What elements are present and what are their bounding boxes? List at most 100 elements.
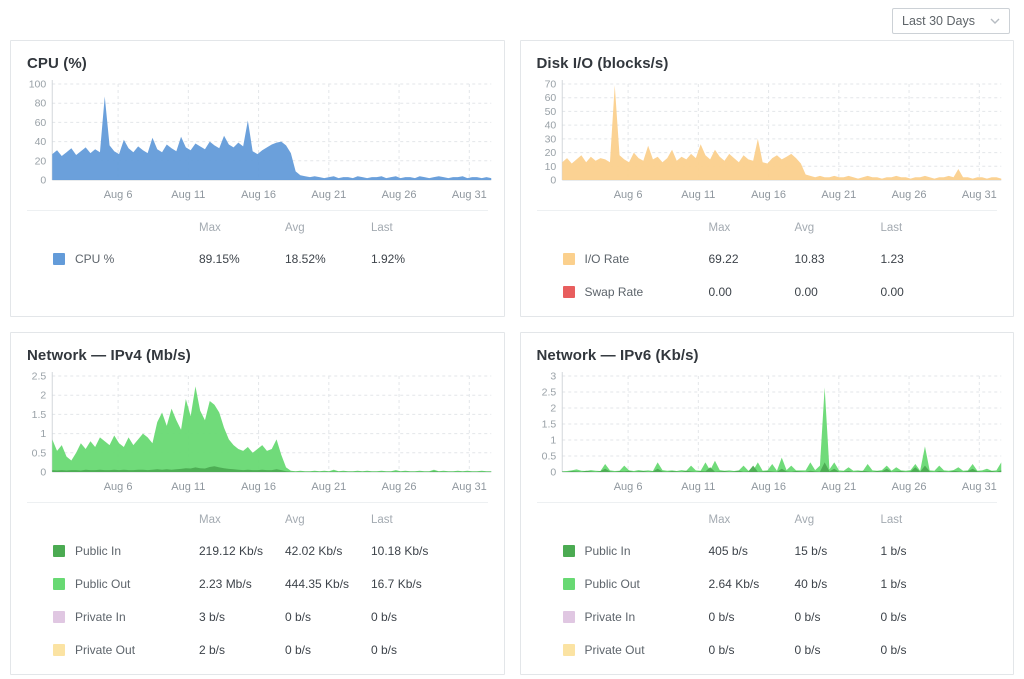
stat-last: 16.7 Kb/s bbox=[371, 577, 457, 591]
charts-grid: CPU (%) 100806040200Aug 6Aug 11Aug 16Aug… bbox=[10, 40, 1014, 675]
series-swatch bbox=[53, 545, 65, 557]
series-swatch bbox=[563, 286, 575, 298]
x-axis-tick-label: Aug 26 bbox=[891, 189, 926, 201]
cpu-legend: MaxAvgLastCPU %89.15%18.52%1.92% bbox=[27, 210, 488, 275]
series-label: Swap Rate bbox=[585, 285, 709, 299]
stat-max: 89.15% bbox=[199, 252, 285, 266]
legend-col-last: Last bbox=[371, 514, 457, 526]
time-range-select[interactable]: Last 30 Days bbox=[892, 8, 1010, 34]
y-axis-tick-label: 1 bbox=[40, 428, 46, 440]
cpu-chart-card: CPU (%) 100806040200Aug 6Aug 11Aug 16Aug… bbox=[10, 40, 505, 317]
stat-avg: 0 b/s bbox=[795, 643, 881, 657]
stat-last: 1 b/s bbox=[881, 544, 967, 558]
x-axis-tick-label: Aug 31 bbox=[961, 189, 996, 201]
legend-row: Public Out2.64 Kb/s40 b/s1 b/s bbox=[563, 567, 998, 600]
x-axis-tick-label: Aug 26 bbox=[382, 481, 417, 493]
y-axis-tick-label: 2 bbox=[40, 390, 46, 402]
y-axis-tick-label: 60 bbox=[544, 92, 556, 104]
y-axis-tick-label: 50 bbox=[544, 106, 556, 118]
disk-io-chart-card: Disk I/O (blocks/s) 706050403020100Aug 6… bbox=[520, 40, 1015, 317]
stat-avg: 10.83 bbox=[795, 252, 881, 266]
y-axis-tick-label: 80 bbox=[35, 98, 47, 110]
x-axis-tick-label: Aug 16 bbox=[751, 481, 786, 493]
area-chart-svg: 32.521.510.50Aug 6Aug 11Aug 16Aug 21Aug … bbox=[521, 368, 1010, 498]
stat-avg: 40 b/s bbox=[795, 577, 881, 591]
x-axis-tick-label: Aug 6 bbox=[104, 481, 133, 493]
stat-avg: 0 b/s bbox=[795, 610, 881, 624]
legend-row: Public In219.12 Kb/s42.02 Kb/s10.18 Kb/s bbox=[53, 534, 488, 567]
x-axis-tick-label: Aug 31 bbox=[961, 481, 996, 493]
y-axis-tick-label: 2 bbox=[550, 403, 556, 415]
y-axis-tick-label: 10 bbox=[544, 161, 556, 173]
x-axis-tick-label: Aug 11 bbox=[681, 189, 715, 201]
y-axis-tick-label: 2.5 bbox=[32, 371, 47, 383]
stat-max: 3 b/s bbox=[199, 610, 285, 624]
series-label: Public In bbox=[585, 544, 709, 558]
stat-max: 0 b/s bbox=[709, 643, 795, 657]
x-axis-tick-label: Aug 31 bbox=[452, 481, 487, 493]
y-axis-tick-label: 20 bbox=[35, 155, 47, 167]
legend-col-max: Max bbox=[709, 514, 795, 526]
time-range-value: Last 30 Days bbox=[902, 14, 975, 28]
y-axis-tick-label: 100 bbox=[29, 79, 47, 91]
series-label: Public In bbox=[75, 544, 199, 558]
public-out-area bbox=[52, 386, 491, 472]
series-label: Public Out bbox=[585, 577, 709, 591]
stat-last: 10.18 Kb/s bbox=[371, 544, 457, 558]
series-swatch bbox=[563, 253, 575, 265]
y-axis-tick-label: 0 bbox=[550, 175, 556, 187]
y-axis-tick-label: 20 bbox=[544, 147, 556, 159]
stat-avg: 42.02 Kb/s bbox=[285, 544, 371, 558]
legend-row: Public In405 b/s15 b/s1 b/s bbox=[563, 534, 998, 567]
x-axis-tick-label: Aug 21 bbox=[311, 189, 346, 201]
x-axis-tick-label: Aug 6 bbox=[104, 189, 133, 201]
y-axis-tick-label: 0.5 bbox=[541, 451, 556, 463]
network-ipv6-chart-card: Network — IPv6 (Kb/s) 32.521.510.50Aug 6… bbox=[520, 332, 1015, 675]
stat-max: 69.22 bbox=[709, 252, 795, 266]
stat-last: 0 b/s bbox=[881, 610, 967, 624]
legend-col-max: Max bbox=[199, 222, 285, 234]
disk-io-legend: MaxAvgLastI/O Rate69.2210.831.23Swap Rat… bbox=[537, 210, 998, 308]
stat-avg: 0.00 bbox=[795, 285, 881, 299]
stat-max: 2.23 Mb/s bbox=[199, 577, 285, 591]
y-axis-tick-label: 3 bbox=[550, 371, 556, 383]
stat-max: 219.12 Kb/s bbox=[199, 544, 285, 558]
y-axis-tick-label: 1 bbox=[550, 435, 556, 447]
y-axis-tick-label: 30 bbox=[544, 133, 556, 145]
network-ipv6-chart-title: Network — IPv6 (Kb/s) bbox=[537, 347, 1014, 364]
cpu-chart-title: CPU (%) bbox=[27, 55, 504, 72]
stat-avg: 0 b/s bbox=[285, 610, 371, 624]
legend-row: CPU %89.15%18.52%1.92% bbox=[53, 242, 488, 275]
cpu-chart: 100806040200Aug 6Aug 11Aug 16Aug 21Aug 2… bbox=[11, 74, 504, 206]
x-axis-tick-label: Aug 21 bbox=[821, 481, 856, 493]
series-swatch bbox=[53, 253, 65, 265]
series-swatch bbox=[53, 611, 65, 623]
series-swatch bbox=[53, 578, 65, 590]
series-label: I/O Rate bbox=[585, 252, 709, 266]
legend-header-row: MaxAvgLast bbox=[53, 505, 488, 534]
stat-max: 2.64 Kb/s bbox=[709, 577, 795, 591]
x-axis-tick-label: Aug 6 bbox=[613, 481, 642, 493]
x-axis-tick-label: Aug 16 bbox=[241, 189, 276, 201]
stat-last: 1 b/s bbox=[881, 577, 967, 591]
y-axis-tick-label: 40 bbox=[35, 136, 47, 148]
legend-row: Private In0 b/s0 b/s0 b/s bbox=[563, 600, 998, 633]
y-axis-tick-label: 2.5 bbox=[541, 387, 556, 399]
stat-avg: 444.35 Kb/s bbox=[285, 577, 371, 591]
legend-row: Swap Rate0.000.000.00 bbox=[563, 275, 998, 308]
legend-header-row: MaxAvgLast bbox=[563, 505, 998, 534]
network-ipv6-chart: 32.521.510.50Aug 6Aug 11Aug 16Aug 21Aug … bbox=[521, 366, 1014, 498]
series-swatch bbox=[563, 611, 575, 623]
x-axis-tick-label: Aug 26 bbox=[891, 481, 926, 493]
x-axis-tick-label: Aug 26 bbox=[382, 189, 417, 201]
network-ipv4-chart: 2.521.510.50Aug 6Aug 11Aug 16Aug 21Aug 2… bbox=[11, 366, 504, 498]
network-ipv4-chart-title: Network — IPv4 (Mb/s) bbox=[27, 347, 504, 364]
x-axis-tick-label: Aug 6 bbox=[613, 189, 642, 201]
disk-io-chart-title: Disk I/O (blocks/s) bbox=[537, 55, 1014, 72]
network-ipv6-legend: MaxAvgLastPublic In405 b/s15 b/s1 b/sPub… bbox=[537, 502, 998, 666]
y-axis-tick-label: 0 bbox=[40, 175, 46, 187]
x-axis-tick-label: Aug 21 bbox=[821, 189, 856, 201]
series-swatch bbox=[563, 644, 575, 656]
legend-row: I/O Rate69.2210.831.23 bbox=[563, 242, 998, 275]
legend-col-last: Last bbox=[881, 514, 967, 526]
